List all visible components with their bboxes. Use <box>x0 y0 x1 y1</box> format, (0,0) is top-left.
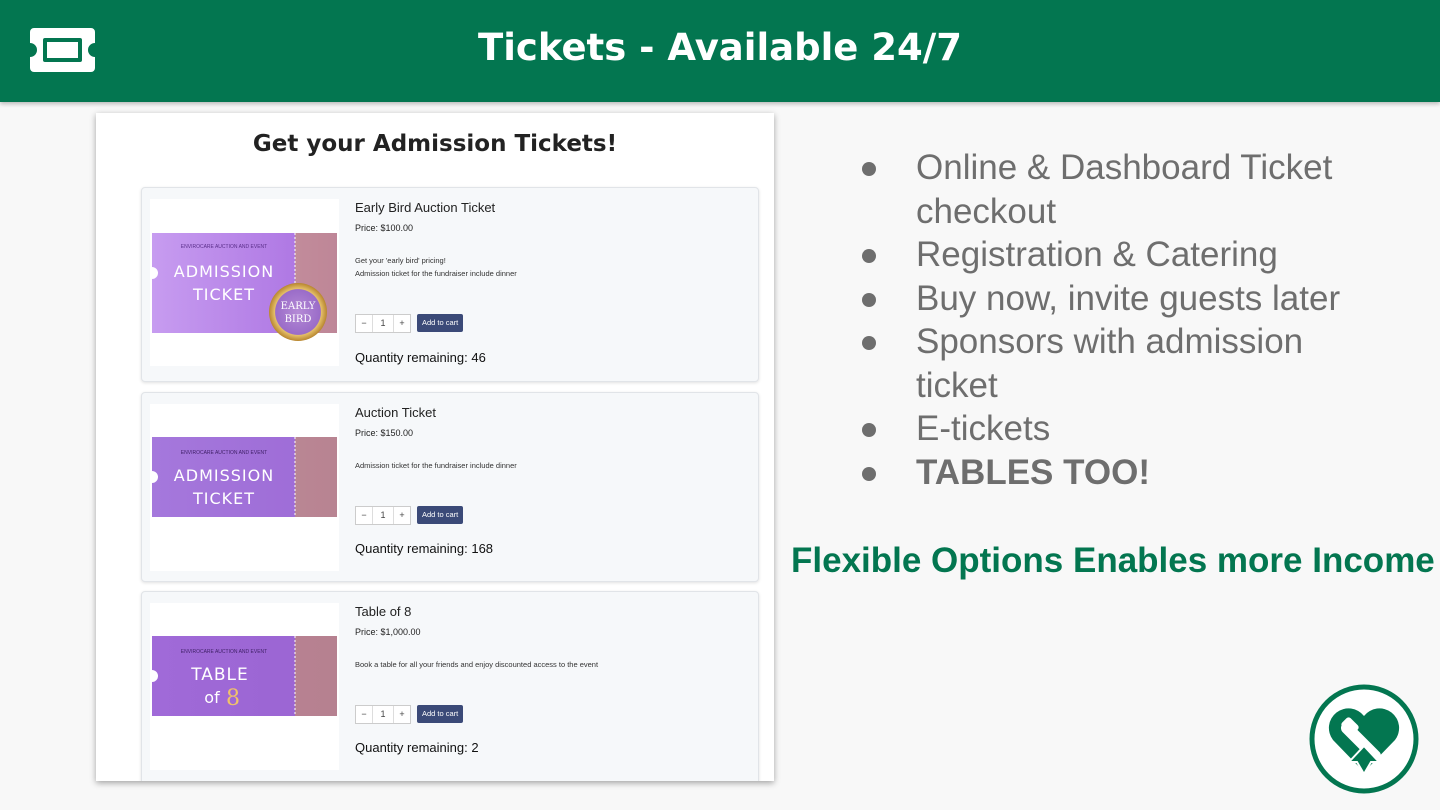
feature-item: TABLES TOO! <box>860 451 1380 495</box>
feature-list: Online & Dashboard Ticket checkout Regis… <box>860 146 1380 494</box>
feature-item: Online & Dashboard Ticket checkout <box>860 146 1380 233</box>
ticket-card: ENVIROCARE AUCTION AND EVENT TABLE of 8 … <box>141 591 759 781</box>
feature-text: Sponsors with admission ticket <box>916 322 1304 405</box>
ticket-card: ENVIROCARE AUCTION AND EVENT ADMISSION T… <box>141 187 759 382</box>
bullet-dot <box>862 162 876 176</box>
ticket-store-screenshot: Get your Admission Tickets! ENVIROCARE A… <box>96 113 774 781</box>
ticket-card: ENVIROCARE AUCTION AND EVENT ADMISSION T… <box>141 392 759 582</box>
feature-text: E-tickets <box>916 409 1051 448</box>
quantity-stepper: − 1 + <box>355 314 411 333</box>
plus-button[interactable]: + <box>394 706 410 723</box>
plus-button[interactable]: + <box>394 315 410 332</box>
ticket-image-line1: TABLE <box>190 665 249 685</box>
ticket-image: ENVIROCARE AUCTION AND EVENT ADMISSION T… <box>150 199 339 366</box>
feature-item: Sponsors with admission ticket <box>860 320 1380 407</box>
ticket-description-line: Get your 'early bird' pricing! <box>355 256 446 265</box>
ticket-image-line1: ADMISSION <box>174 262 274 281</box>
feature-text: Online & Dashboard Ticket checkout <box>916 148 1333 231</box>
ticket-name: Auction Ticket <box>355 405 436 420</box>
ticket-description-line: Book a table for all your friends and en… <box>355 660 599 669</box>
ticket-name: Early Bird Auction Ticket <box>355 200 496 215</box>
ticket-image: ENVIROCARE AUCTION AND EVENT TABLE of 8 <box>150 603 339 770</box>
minus-button[interactable]: − <box>356 507 372 524</box>
add-to-cart-button[interactable]: Add to cart <box>417 506 464 524</box>
feature-item: E-tickets <box>860 407 1380 451</box>
store-title: Get your Admission Tickets! <box>252 131 618 157</box>
page-title: Tickets - Available 24/7 <box>477 26 963 69</box>
ticket-image-line1: ADMISSION <box>174 466 274 485</box>
quantity-remaining: Quantity remaining: 2 <box>355 740 479 755</box>
quantity-input[interactable]: 1 <box>372 315 394 332</box>
ticket-image-line2a: of <box>204 688 220 707</box>
ticket-image-line2: TICKET <box>192 489 255 508</box>
bullet-dot <box>862 292 876 307</box>
quantity-stepper: − 1 + <box>355 506 411 525</box>
quantity-input[interactable]: 1 <box>372 706 394 723</box>
ticket-image: ENVIROCARE AUCTION AND EVENT ADMISSION T… <box>150 404 339 571</box>
add-to-cart-button[interactable]: Add to cart <box>417 314 464 332</box>
tagline: Flexible Options Enables more Income <box>791 541 1435 580</box>
ticket-description: Book a table for all your friends and en… <box>355 658 598 671</box>
add-to-cart-button[interactable]: Add to cart <box>417 705 464 723</box>
ticket-price: Price: $100.00 <box>355 223 414 233</box>
ticket-description-line: Admission ticket for the fundraiser incl… <box>355 269 517 278</box>
minus-button[interactable]: − <box>356 706 372 723</box>
bullet-dot <box>862 423 876 437</box>
ticket-description: Get your 'early bird' pricing! Admission… <box>355 254 517 280</box>
feature-item: Buy now, invite guests later <box>860 277 1380 321</box>
quantity-input[interactable]: 1 <box>372 507 394 524</box>
ticket-org-text: ENVIROCARE AUCTION AND EVENT <box>181 244 267 250</box>
quantity-remaining: Quantity remaining: 46 <box>355 350 486 365</box>
feature-text: TABLES TOO! <box>916 452 1150 492</box>
quantity-stepper: − 1 + <box>355 705 411 724</box>
ticket-image-line2b: 8 <box>226 686 240 711</box>
minus-button[interactable]: − <box>356 315 372 332</box>
ticket-description: Admission ticket for the fundraiser incl… <box>355 459 517 472</box>
ticket-org-text: ENVIROCARE AUCTION AND EVENT <box>181 649 267 655</box>
bullet-dot <box>862 336 876 350</box>
ticket-description-line: Admission ticket for the fundraiser incl… <box>355 461 517 470</box>
heart-hand-ribbon-logo <box>1309 684 1419 794</box>
ticket-org-text: ENVIROCARE AUCTION AND EVENT <box>181 450 267 456</box>
ticket-name: Table of 8 <box>355 604 412 619</box>
feature-text: Registration & Catering <box>916 235 1278 274</box>
bullet-dot <box>862 249 876 263</box>
ticket-price: Price: $1,000.00 <box>355 627 421 637</box>
early-bird-badge-line1: EARLY <box>281 301 316 312</box>
ticket-price: Price: $150.00 <box>355 428 414 438</box>
header-bar: Tickets - Available 24/7 <box>0 0 1440 102</box>
bullet-dot <box>862 466 876 481</box>
quantity-remaining: Quantity remaining: 168 <box>355 541 494 556</box>
feature-text: Buy now, invite guests later <box>916 278 1341 318</box>
early-bird-badge-line2: BIRD <box>285 314 312 325</box>
feature-item: Registration & Catering <box>860 233 1380 277</box>
plus-button[interactable]: + <box>394 507 410 524</box>
ticket-image-line2: TICKET <box>192 285 255 304</box>
